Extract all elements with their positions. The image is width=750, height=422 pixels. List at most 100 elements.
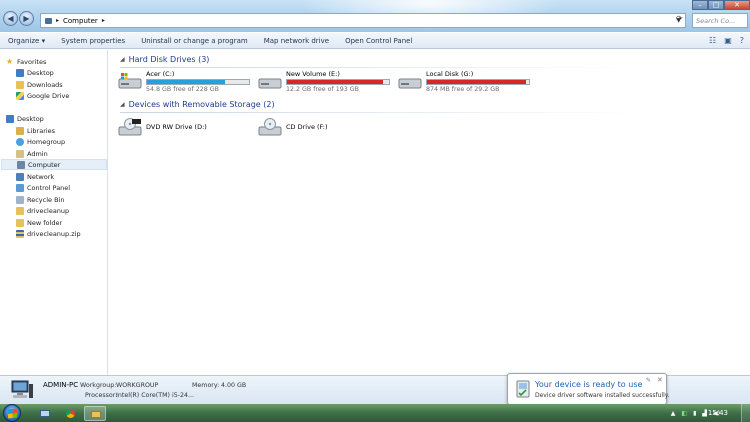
address-bar[interactable]: ▸ Computer ▸ ▼ (40, 13, 686, 28)
drive-free-space: 54.8 GB free of 228 GB (146, 86, 219, 93)
drive-f-cd[interactable]: CD Drive (F:) (258, 116, 398, 140)
open-control-panel-button[interactable]: Open Control Panel (337, 37, 420, 45)
nav-buttons: ◀ ▶ (3, 11, 34, 26)
clock[interactable]: 15:43 (708, 409, 728, 417)
workgroup-label: Workgroup: (80, 382, 117, 389)
forward-button[interactable]: ▶ (19, 11, 34, 26)
drive-e[interactable]: New Volume (E:) 12.2 GB free of 193 GB (258, 70, 398, 94)
taskbar: ▲ ◧ ▮ ▟ ◀) 15:43 (0, 404, 750, 422)
drive-c[interactable]: Acer (C:) 54.8 GB free of 228 GB (118, 70, 258, 94)
nav-new-folder[interactable]: New folder (16, 217, 62, 228)
nav-drivecleanup-zip[interactable]: drivecleanup.zip (16, 228, 81, 239)
breadcrumb-separator-icon[interactable]: ▸ (56, 17, 59, 24)
libraries-icon (16, 126, 24, 135)
dvd-drive-icon (118, 118, 142, 136)
drive-free-space: 874 MB free of 29.2 GB (426, 86, 500, 93)
close-balloon-icon[interactable]: ✕ (657, 376, 663, 384)
system-properties-button[interactable]: System properties (53, 37, 133, 45)
nav-control-panel[interactable]: Control Panel (16, 182, 70, 193)
breadcrumb-chevron-icon[interactable]: ▸ (102, 17, 105, 24)
google-drive-icon (16, 91, 24, 100)
nav-recycle-bin[interactable]: Recycle Bin (16, 194, 64, 205)
uninstall-program-button[interactable]: Uninstall or change a program (133, 37, 256, 45)
nav-fav-downloads[interactable]: Downloads (16, 79, 63, 90)
drive-d-dvd[interactable]: DVD RW Drive (D:) (118, 116, 258, 140)
taskbar-monitor-app[interactable] (34, 406, 56, 421)
nav-computer[interactable]: Computer (1, 159, 107, 170)
drive-name: CD Drive (F:) (286, 123, 328, 131)
maximize-button[interactable]: □ (708, 0, 724, 10)
computer-icon (17, 160, 25, 169)
group-header-removable[interactable]: ◢ Devices with Removable Storage (2) (120, 100, 275, 109)
collapse-arrow-icon[interactable]: ◢ (120, 101, 125, 108)
drive-usage-fill (427, 80, 526, 84)
drive-usage-fill (287, 80, 383, 84)
computer-icon (11, 380, 33, 398)
start-button[interactable] (3, 404, 21, 422)
drive-free-space: 12.2 GB free of 193 GB (286, 86, 359, 93)
homegroup-icon (16, 137, 24, 146)
network-tray-icon[interactable]: ▟ (702, 410, 707, 417)
tray-expand-icon[interactable]: ▲ (671, 410, 676, 417)
drive-name: Local Disk (G:) (426, 70, 474, 78)
zip-archive-icon (16, 229, 24, 238)
change-view-icon[interactable]: ☷ (709, 36, 716, 45)
close-button[interactable]: ✕ (724, 0, 750, 10)
drive-usage-bar (426, 79, 530, 85)
battery-icon[interactable]: ▮ (693, 410, 696, 417)
nav-admin[interactable]: Admin (16, 148, 48, 159)
nav-drivecleanup[interactable]: drivecleanup (16, 205, 69, 216)
nav-libraries[interactable]: Libraries (16, 125, 55, 136)
folder-icon (16, 206, 24, 215)
nav-fav-google-drive[interactable]: Google Drive (16, 90, 69, 101)
hard-drive-icon (398, 78, 422, 89)
device-icon (516, 380, 530, 398)
group-divider (120, 67, 640, 68)
minimize-button[interactable]: – (692, 0, 708, 10)
taskbar-explorer[interactable] (84, 406, 106, 421)
nav-homegroup[interactable]: Homegroup (16, 136, 65, 147)
back-button[interactable]: ◀ (3, 11, 18, 26)
folder-icon (91, 411, 101, 418)
downloads-folder-icon (16, 80, 24, 89)
desktop-icon (6, 114, 14, 123)
navigation-pane: ★ Favorites Desktop Downloads Google Dri… (0, 50, 108, 375)
taskbar-chrome[interactable] (60, 406, 82, 421)
processor-value: Intel(R) Core(TM) i5-24... (116, 392, 195, 399)
drive-name: Acer (C:) (146, 70, 175, 78)
drive-usage-bar (286, 79, 390, 85)
windows-drive-icon (118, 73, 142, 89)
notification-balloon[interactable]: Your device is ready to use Device drive… (507, 373, 669, 405)
cd-drive-icon (258, 118, 282, 136)
balloon-title: Your device is ready to use (535, 380, 643, 389)
memory-value: 4.00 GB (221, 382, 247, 389)
star-icon: ★ (6, 56, 14, 66)
monitor-icon (40, 410, 50, 417)
device-install-tray-icon[interactable]: ◧ (681, 410, 687, 417)
collapse-arrow-icon[interactable]: ◢ (120, 56, 125, 63)
chrome-icon (66, 409, 75, 418)
drive-name: New Volume (E:) (286, 70, 340, 78)
pin-icon[interactable]: ✎ (646, 377, 651, 384)
memory-label: Memory: (192, 382, 220, 389)
nav-desktop[interactable]: Desktop (6, 113, 44, 124)
help-icon[interactable]: ? (740, 36, 744, 45)
recycle-bin-icon (16, 195, 24, 204)
group-header-hard-disk[interactable]: ◢ Hard Disk Drives (3) (120, 55, 209, 64)
breadcrumb-computer[interactable]: Computer (63, 17, 98, 25)
search-input[interactable]: Search Co... (692, 13, 748, 28)
title-bar: ◀ ▶ ▸ Computer ▸ ▼ ⟳ Search Co... – □ ✕ (0, 0, 750, 32)
organize-button[interactable]: Organize ▾ (0, 37, 53, 45)
dropdown-arrow-icon: ▾ (41, 36, 46, 45)
map-network-drive-button[interactable]: Map network drive (256, 37, 337, 45)
show-desktop-button[interactable] (741, 404, 750, 422)
preview-pane-icon[interactable]: ▣ (724, 36, 732, 45)
nav-fav-desktop[interactable]: Desktop (16, 67, 54, 78)
refresh-icon[interactable]: ⟳ (676, 14, 683, 23)
command-bar: Organize ▾ System properties Uninstall o… (0, 33, 750, 49)
drive-g[interactable]: Local Disk (G:) 874 MB free of 29.2 GB (398, 70, 538, 94)
processor-label: Processor: (85, 392, 118, 399)
nav-network[interactable]: Network (16, 171, 54, 182)
content-area: ◢ Hard Disk Drives (3) Acer (C:) 54.8 GB… (110, 50, 750, 375)
nav-favorites[interactable]: ★ Favorites (6, 56, 46, 67)
